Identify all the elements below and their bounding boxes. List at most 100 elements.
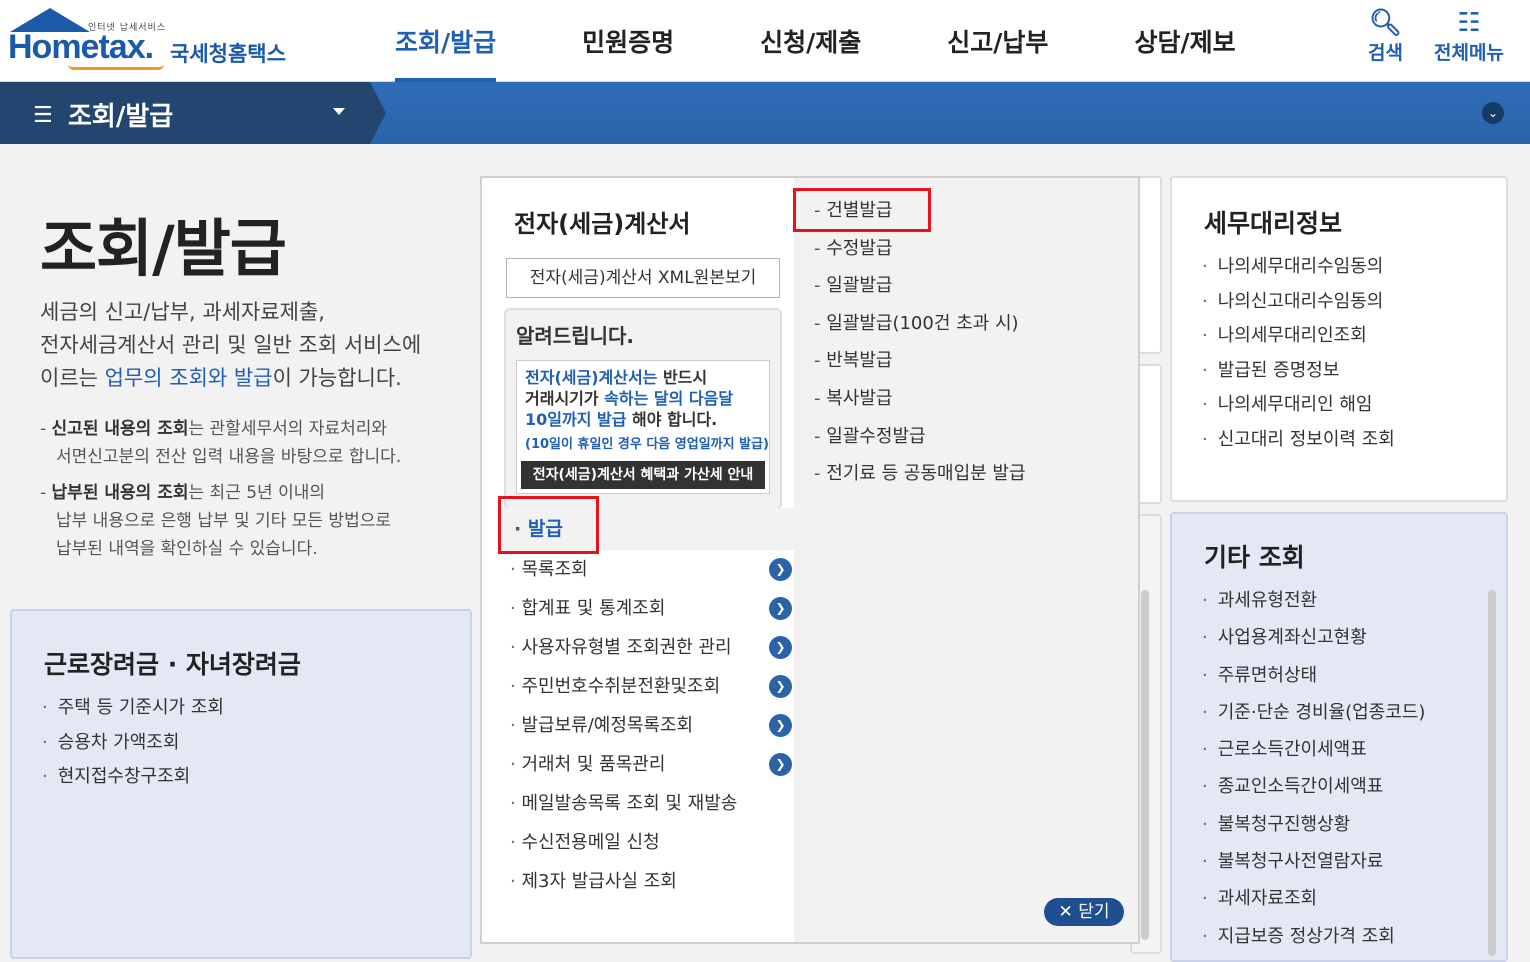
current-menu-dropdown[interactable]: ☰ 조회/발급 [0, 82, 386, 144]
note-reported: - 신고된 내용의 조회는 관할세무서의 자료처리와 서면신고분의 전산 입력 … [40, 415, 460, 471]
submenu-copy-issue[interactable]: 복사발급 [814, 380, 1026, 418]
notice-subtext: (10일이 휴일인 경우 다음 영업일까지 발급) [525, 437, 769, 452]
menu-group-item[interactable]: 수신전용메일 신청 [510, 823, 792, 862]
tax-agent-item[interactable]: 나의세무대리수임동의 [1202, 250, 1395, 285]
scrollbar[interactable] [1141, 590, 1149, 940]
notice-line: 전자(세금)계산서는 반드시 [525, 367, 763, 388]
other-inquiry-item[interactable]: 과세유형전환 [1202, 582, 1425, 619]
chevron-right-icon[interactable]: ❯ [769, 753, 792, 776]
page-title: 조회/발급 [40, 212, 287, 285]
xml-original-view-button[interactable]: 전자(세금)계산서 XML원본보기 [506, 258, 780, 298]
tax-agent-item[interactable]: 신고대리 정보이력 조회 [1202, 423, 1395, 458]
menu-group-item[interactable]: 메일발송목록 조회 및 재발송 [510, 784, 792, 823]
menu-group-item[interactable]: 주민번호수취분전환및조회 ❯ [510, 667, 792, 706]
other-inquiry-item[interactable]: 불복청구진행상황 [1202, 806, 1425, 843]
tax-agent-title: 세무대리정보 [1204, 209, 1343, 238]
chevron-right-icon[interactable]: ❯ [769, 636, 792, 659]
menu-group-list: 목록조회 ❯ 합계표 및 통계조회 ❯ 사용자유형별 조회권한 관리 ❯ 주민번호수취… [510, 550, 792, 901]
menu-group-item[interactable]: 제3자 발급사실 조회 [510, 862, 792, 901]
menu-group-item[interactable]: 사용자유형별 조회권한 관리 ❯ [510, 628, 792, 667]
gnb-certificates[interactable]: 민원증명 [582, 0, 674, 82]
chevron-right-icon[interactable]: ❯ [769, 597, 792, 620]
notice-line: 거래시기가 속하는 달의 다음달 [525, 388, 763, 409]
menu-group-label: 목록조회 [521, 559, 588, 580]
other-inquiry-item[interactable]: 근로소득간이세액표 [1202, 731, 1425, 768]
other-inquiry-card: 기타 조회 과세유형전환 사업용계좌신고현황 주류면허상태 기준·단순 경비율(… [1170, 512, 1508, 962]
other-inquiry-item[interactable]: 사업용계좌신고현황 [1202, 619, 1425, 656]
other-inquiry-item[interactable]: 종교인소득간이세액표 [1202, 768, 1425, 805]
menu-group-label: 제3자 발급사실 조회 [521, 871, 677, 892]
close-icon: ✕ [1058, 902, 1073, 922]
hometax-logo[interactable]: 인터넷 납세서비스 Hometax. 국세청홈택스 [8, 6, 298, 76]
menu-group-item[interactable]: 발급보류/예정목록조회 ❯ [510, 706, 792, 745]
menu-group-label: 거래처 및 품목관리 [521, 754, 666, 775]
benefit-penalty-guide-button[interactable]: 전자(세금)계산서 혜택과 가산세 안내 [521, 461, 765, 489]
notice-box: 알려드립니다. 전자(세금)계산서는 반드시 거래시기가 속하는 달의 다음달 … [504, 308, 782, 510]
note-text: 는 최근 5년 이내의 [188, 483, 326, 503]
tax-agent-item[interactable]: 발급된 증명정보 [1202, 354, 1395, 389]
panel-title: 전자(세금)계산서 [514, 210, 691, 238]
grid-menu-icon: ☷ [1457, 8, 1481, 38]
note-line: - 신고된 내용의 조회는 관할세무서의 자료처리와 [40, 419, 388, 439]
eitc-title: 근로장려금 · 자녀장려금 [44, 650, 301, 679]
other-inquiry-item[interactable]: 과세자료조회 [1202, 880, 1425, 917]
notice-emphasis: 10일까지 발급 [525, 410, 627, 429]
note-bold: 신고된 내용의 조회 [51, 419, 189, 439]
note-text: 는 관할세무서의 자료처리와 [188, 419, 388, 439]
scrollbar[interactable] [1488, 590, 1496, 956]
e-tax-invoice-panel: 전자(세금)계산서 전자(세금)계산서 XML원본보기 알려드립니다. 전자(세… [480, 176, 1140, 944]
desc-text: 이 가능합니다. [272, 366, 402, 390]
notice-emphasis: 전자(세금)계산서는 [525, 368, 658, 387]
submenu-joint-purchase-issue[interactable]: 전기료 등 공동매입분 발급 [814, 455, 1025, 493]
desc-highlight: 업무의 조회와 발급 [104, 366, 273, 390]
issue-submenu-list: 건별발급 수정발급 일괄발급 일괄발급(100건 초과 시) 반복발급 복사발급… [814, 192, 1026, 493]
menu-group-item[interactable]: 거래처 및 품목관리 ❯ [510, 745, 792, 784]
menu-group-label: 발급보류/예정목록조회 [521, 715, 694, 736]
tax-agent-item[interactable]: 나의세무대리인조회 [1202, 319, 1395, 354]
chevron-down-icon[interactable]: ⌄ [1482, 102, 1504, 124]
submenu-repeat-issue[interactable]: 반복발급 [814, 342, 1026, 380]
eitc-list: 주택 등 기준시가 조회 승용차 가액조회 현지접수창구조회 [42, 691, 224, 795]
eitc-item[interactable]: 주택 등 기준시가 조회 [42, 691, 224, 726]
submenu-bulk-issue-100plus[interactable]: 일괄발급(100건 초과 시) [814, 305, 1026, 343]
submenu-bulk-issue[interactable]: 일괄발급 [814, 267, 1026, 305]
eitc-card: 근로장려금 · 자녀장려금 주택 등 기준시가 조회 승용차 가액조회 현지접수… [10, 609, 472, 959]
tax-agent-list: 나의세무대리수임동의 나의신고대리수임동의 나의세무대리인조회 발급된 증명정보… [1202, 250, 1395, 457]
tax-agent-item[interactable]: 나의신고대리수임동의 [1202, 285, 1395, 320]
chevron-right-icon[interactable]: ❯ [769, 714, 792, 737]
other-inquiry-item[interactable]: 주류면허상태 [1202, 657, 1425, 694]
notice-plain: 거래시기가 [525, 389, 605, 408]
search-button[interactable]: 🔍︎ 검색 [1368, 8, 1403, 65]
notice-content: 전자(세금)계산서는 반드시 거래시기가 속하는 달의 다음달 10일까지 발급… [516, 360, 770, 494]
other-inquiry-list: 과세유형전환 사업용계좌신고현황 주류면허상태 기준·단순 경비율(업종코드) … [1202, 582, 1426, 955]
gnb-apply-submit[interactable]: 신청/제출 [760, 0, 861, 82]
gnb-report-pay[interactable]: 신고/납부 [947, 0, 1048, 82]
highlight-box-issue-group [498, 496, 599, 554]
all-menu-button[interactable]: ☷ 전체메뉴 [1434, 8, 1504, 65]
all-menu-label: 전체메뉴 [1434, 42, 1504, 64]
eitc-item[interactable]: 현지접수창구조회 [42, 760, 224, 795]
close-label: 닫기 [1078, 902, 1110, 922]
search-icon: 🔍︎ [1368, 8, 1402, 38]
note-line: 납부된 내역을 확인하실 수 있습니다. [56, 539, 318, 559]
other-inquiry-item[interactable]: 지급보증 정상가격 조회 [1202, 918, 1425, 955]
tax-agent-item[interactable]: 나의세무대리인 해임 [1202, 388, 1395, 423]
close-button[interactable]: ✕ 닫기 [1044, 898, 1124, 926]
chevron-right-icon[interactable]: ❯ [769, 558, 792, 581]
desc-text: 이르는 [40, 366, 105, 390]
global-nav: 조회/발급 민원증명 신청/제출 신고/납부 상담/제보 [395, 0, 1322, 82]
other-inquiry-item[interactable]: 기준·단순 경비율(업종코드) [1202, 694, 1426, 731]
gnb-consult-report[interactable]: 상담/제보 [1134, 0, 1235, 82]
other-inquiry-item[interactable]: 불복청구사전열람자료 [1202, 843, 1425, 880]
submenu-bulk-amend-issue[interactable]: 일괄수정발급 [814, 418, 1026, 456]
notice-plain: 반드시 [657, 368, 708, 387]
menu-group-label: 사용자유형별 조회권한 관리 [521, 637, 732, 658]
notice-plain: 해야 합니다. [626, 410, 718, 429]
gnb-inquiry-issue[interactable]: 조회/발급 [395, 0, 497, 82]
menu-group-item[interactable]: 합계표 및 통계조회 ❯ [510, 589, 792, 628]
submenu-amended-issue[interactable]: 수정발급 [814, 230, 1026, 268]
chevron-right-icon[interactable]: ❯ [769, 675, 792, 698]
menu-group-item[interactable]: 목록조회 ❯ [510, 550, 792, 589]
eitc-item[interactable]: 승용차 가액조회 [42, 726, 224, 761]
menu-group-label: 주민번호수취분전환및조회 [521, 676, 721, 697]
